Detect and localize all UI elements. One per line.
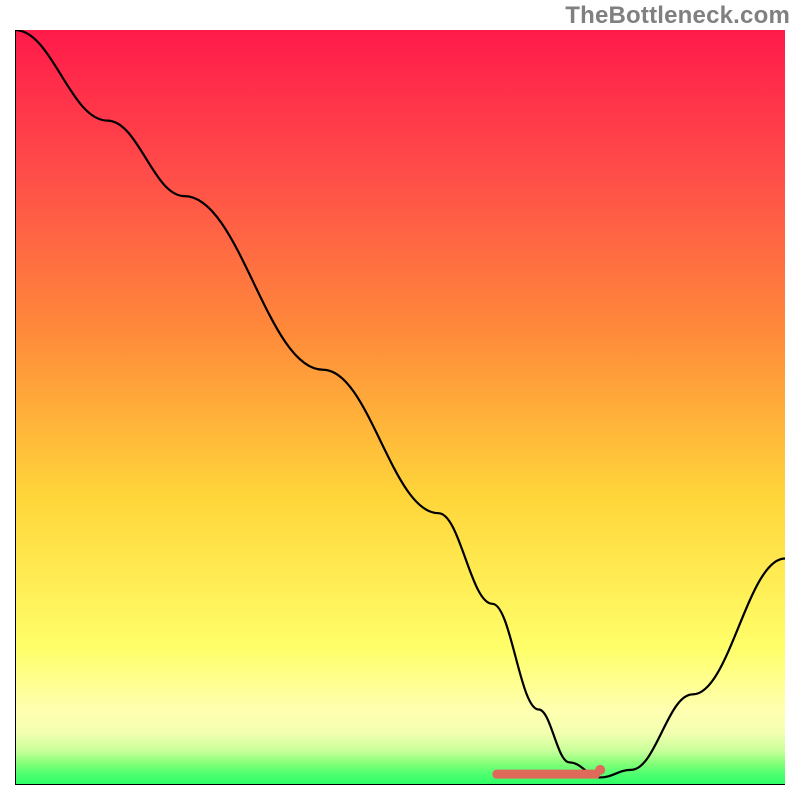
chart-svg (15, 30, 785, 785)
watermark-text: TheBottleneck.com (565, 2, 790, 30)
gradient-background (15, 30, 785, 785)
optimal-range-marker (492, 770, 600, 779)
chart-plot (15, 30, 785, 785)
chart-stage: TheBottleneck.com (0, 0, 800, 800)
optimal-point-marker (595, 765, 605, 775)
